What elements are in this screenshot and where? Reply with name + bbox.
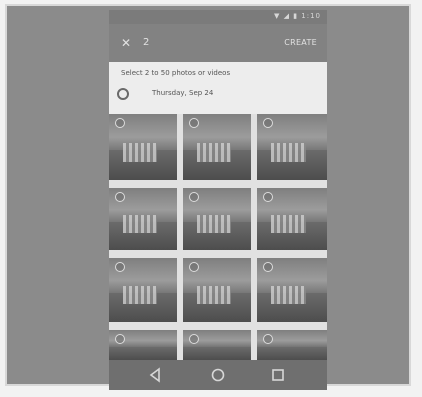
screenshot-frame: ▼ ◢ ▮ 1:10 ✕ 2 CREATE Select 2 to 50 pho… [5, 4, 411, 390]
photo-image [183, 346, 251, 360]
photo-tile[interactable] [109, 188, 177, 250]
select-all-radio-icon[interactable] [117, 88, 129, 100]
photo-detail [271, 215, 306, 233]
close-icon[interactable]: ✕ [121, 36, 131, 50]
phone-screen: ▼ ◢ ▮ 1:10 ✕ 2 CREATE Select 2 to 50 pho… [109, 10, 327, 390]
photo-tile[interactable] [183, 188, 251, 250]
selected-count: 2 [143, 37, 150, 48]
photo-tile[interactable] [257, 258, 327, 322]
status-indicators: ▼ ◢ ▮ 1:10 [273, 12, 321, 20]
photo-detail [271, 143, 306, 162]
photo-image [109, 346, 177, 360]
photo-tile[interactable] [183, 258, 251, 322]
selection-header: Select 2 to 50 photos or videos Thursday… [109, 62, 327, 114]
create-button[interactable]: CREATE [284, 38, 317, 47]
photo-detail [271, 286, 306, 305]
photo-tile[interactable] [257, 188, 327, 250]
navigation-bar [109, 360, 327, 390]
select-checkbox-icon[interactable] [189, 262, 199, 272]
photo-tile[interactable] [183, 114, 251, 180]
photo-tile[interactable] [257, 330, 327, 360]
select-checkbox-icon[interactable] [263, 118, 273, 128]
photo-tile[interactable] [257, 114, 327, 180]
photo-detail [122, 215, 157, 233]
photo-detail [196, 215, 231, 233]
photo-detail [122, 143, 157, 162]
select-instructions: Select 2 to 50 photos or videos [121, 69, 231, 77]
photo-tile[interactable] [109, 330, 177, 360]
status-bar: ▼ ◢ ▮ 1:10 [109, 10, 327, 24]
select-checkbox-icon[interactable] [189, 118, 199, 128]
photo-detail [122, 286, 157, 305]
photo-grid [109, 114, 327, 360]
date-group-label: Thursday, Sep 24 [152, 89, 214, 97]
select-checkbox-icon[interactable] [189, 192, 199, 202]
photo-tile[interactable] [109, 114, 177, 180]
photo-detail [196, 286, 231, 305]
photo-detail [196, 143, 231, 162]
select-checkbox-icon[interactable] [115, 192, 125, 202]
select-checkbox-icon[interactable] [263, 262, 273, 272]
photo-image [257, 346, 327, 360]
select-checkbox-icon[interactable] [115, 262, 125, 272]
home-icon[interactable] [209, 366, 227, 384]
photo-tile[interactable] [183, 330, 251, 360]
select-checkbox-icon[interactable] [263, 334, 273, 344]
select-checkbox-icon[interactable] [115, 334, 125, 344]
photo-tile[interactable] [109, 258, 177, 322]
select-checkbox-icon[interactable] [115, 118, 125, 128]
app-bar: ✕ 2 CREATE [109, 24, 327, 62]
select-checkbox-icon[interactable] [189, 334, 199, 344]
back-icon[interactable] [147, 366, 165, 384]
recent-apps-icon[interactable] [269, 366, 287, 384]
select-checkbox-icon[interactable] [263, 192, 273, 202]
